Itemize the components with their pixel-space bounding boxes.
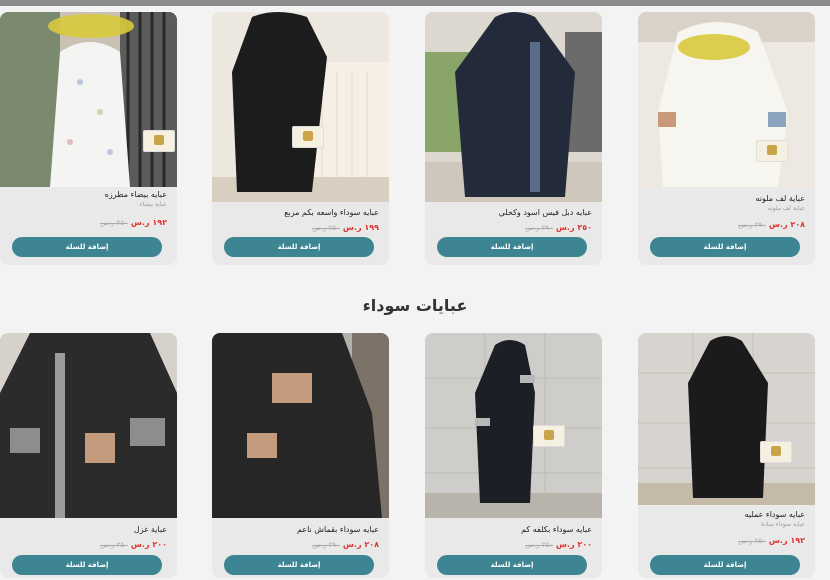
product-image[interactable] <box>0 333 177 518</box>
brand-logo-icon <box>756 140 788 162</box>
add-to-cart-button[interactable]: إضافة للسلة <box>650 555 800 575</box>
product-photo <box>212 12 389 202</box>
product-card[interactable]: عباية لف ملونه عباية لف ملونه ٢٠٨ ر.س٢٩٠… <box>638 12 815 265</box>
add-to-cart-button[interactable]: إضافة للسلة <box>650 237 800 257</box>
product-card[interactable]: عبايه بيضاء مطرزه عباية بيضاء ١٩٢ ر.س٢٥٠… <box>0 12 177 265</box>
product-card[interactable]: عباية غزل ٢٠٠ ر.س٢٥٠ ر.س إضافة للسلة <box>0 333 177 578</box>
product-title[interactable]: عبايه سوداء عمليه <box>638 510 815 519</box>
original-price: ٢٥٠ ر.س <box>738 537 766 545</box>
product-card[interactable]: عبايه سوداء بكلفه كم ٢٠٠ ر.س٢٥٠ ر.س إضاف… <box>425 333 602 578</box>
sale-price: ٢٠٨ ر.س <box>768 220 805 229</box>
brand-logo-icon <box>292 126 324 148</box>
original-price: ٢٩٠ ر.س <box>525 224 553 232</box>
product-title[interactable]: عباية غزل <box>0 525 177 534</box>
product-photo <box>0 333 177 518</box>
section-heading: عبايات سوداء <box>362 296 468 315</box>
sale-price: ١٩٩ ر.س <box>342 223 379 232</box>
sale-price: ٢٠٠ ر.س <box>555 540 592 549</box>
top-bar <box>0 0 830 6</box>
brand-logo-icon <box>533 425 565 447</box>
product-image[interactable] <box>425 12 602 202</box>
original-price: ٢٥٠ ر.س <box>525 541 553 549</box>
face-blur <box>48 14 134 38</box>
original-price: ٢٥٠ ر.س <box>100 219 128 227</box>
add-to-cart-button[interactable]: إضافة للسلة <box>224 555 374 575</box>
add-to-cart-button[interactable]: إضافة للسلة <box>12 555 162 575</box>
product-title[interactable]: عبايه سوداء بكلفه كم <box>425 525 602 534</box>
product-subtitle: عباية بيضاء <box>139 201 167 208</box>
product-title[interactable]: عبايه سوداء بقماش ناعم <box>212 525 389 534</box>
product-card[interactable]: عبايه سوداء واسعه بكم مربع ١٩٩ ر.س٢٥٠ ر.… <box>212 12 389 265</box>
product-photo <box>638 333 815 505</box>
product-card[interactable]: عبايه سوداء عمليه عباية سوداء سادة ١٩٢ ر… <box>638 333 815 578</box>
original-price: ٢٥٠ ر.س <box>312 224 340 232</box>
product-title[interactable]: عبايه سوداء واسعه بكم مربع <box>212 208 389 217</box>
sale-price: ١٩٢ ر.س <box>130 218 167 227</box>
product-image[interactable] <box>425 333 602 518</box>
original-price: ٢٩٠ ر.س <box>312 541 340 549</box>
sale-price: ٢٠٨ ر.س <box>342 540 379 549</box>
face-blur <box>678 34 750 60</box>
product-card[interactable]: عبايه دبل فيس اسود وكحلي ٢٥٠ ر.س٢٩٠ ر.س … <box>425 12 602 265</box>
add-to-cart-button[interactable]: إضافة للسلة <box>224 237 374 257</box>
brand-logo-icon <box>760 441 792 463</box>
sale-price: ١٩٢ ر.س <box>768 536 805 545</box>
sale-price: ٢٥٠ ر.س <box>555 223 592 232</box>
product-image[interactable] <box>638 333 815 505</box>
product-subtitle: عباية لف ملونه <box>767 205 805 212</box>
add-to-cart-button[interactable]: إضافة للسلة <box>12 237 162 257</box>
product-card[interactable]: عبايه سوداء بقماش ناعم ٢٠٨ ر.س٢٩٠ ر.س إض… <box>212 333 389 578</box>
original-price: ٢٥٠ ر.س <box>100 541 128 549</box>
brand-logo-icon <box>143 130 175 152</box>
product-image[interactable] <box>0 12 177 187</box>
product-photo <box>212 333 389 518</box>
product-photo <box>425 333 602 518</box>
product-image[interactable] <box>212 333 389 518</box>
sale-price: ٢٠٠ ر.س <box>130 540 167 549</box>
product-subtitle: عباية سوداء سادة <box>761 521 805 528</box>
product-image[interactable] <box>638 12 815 187</box>
original-price: ٢٩٠ ر.س <box>738 221 766 229</box>
product-photo <box>425 12 602 202</box>
product-title[interactable]: عباية لف ملونه <box>638 194 815 203</box>
product-photo <box>0 12 177 187</box>
add-to-cart-button[interactable]: إضافة للسلة <box>437 237 587 257</box>
product-title[interactable]: عبايه بيضاء مطرزه <box>0 190 177 199</box>
product-title[interactable]: عبايه دبل فيس اسود وكحلي <box>425 208 602 217</box>
product-image[interactable] <box>212 12 389 202</box>
add-to-cart-button[interactable]: إضافة للسلة <box>437 555 587 575</box>
